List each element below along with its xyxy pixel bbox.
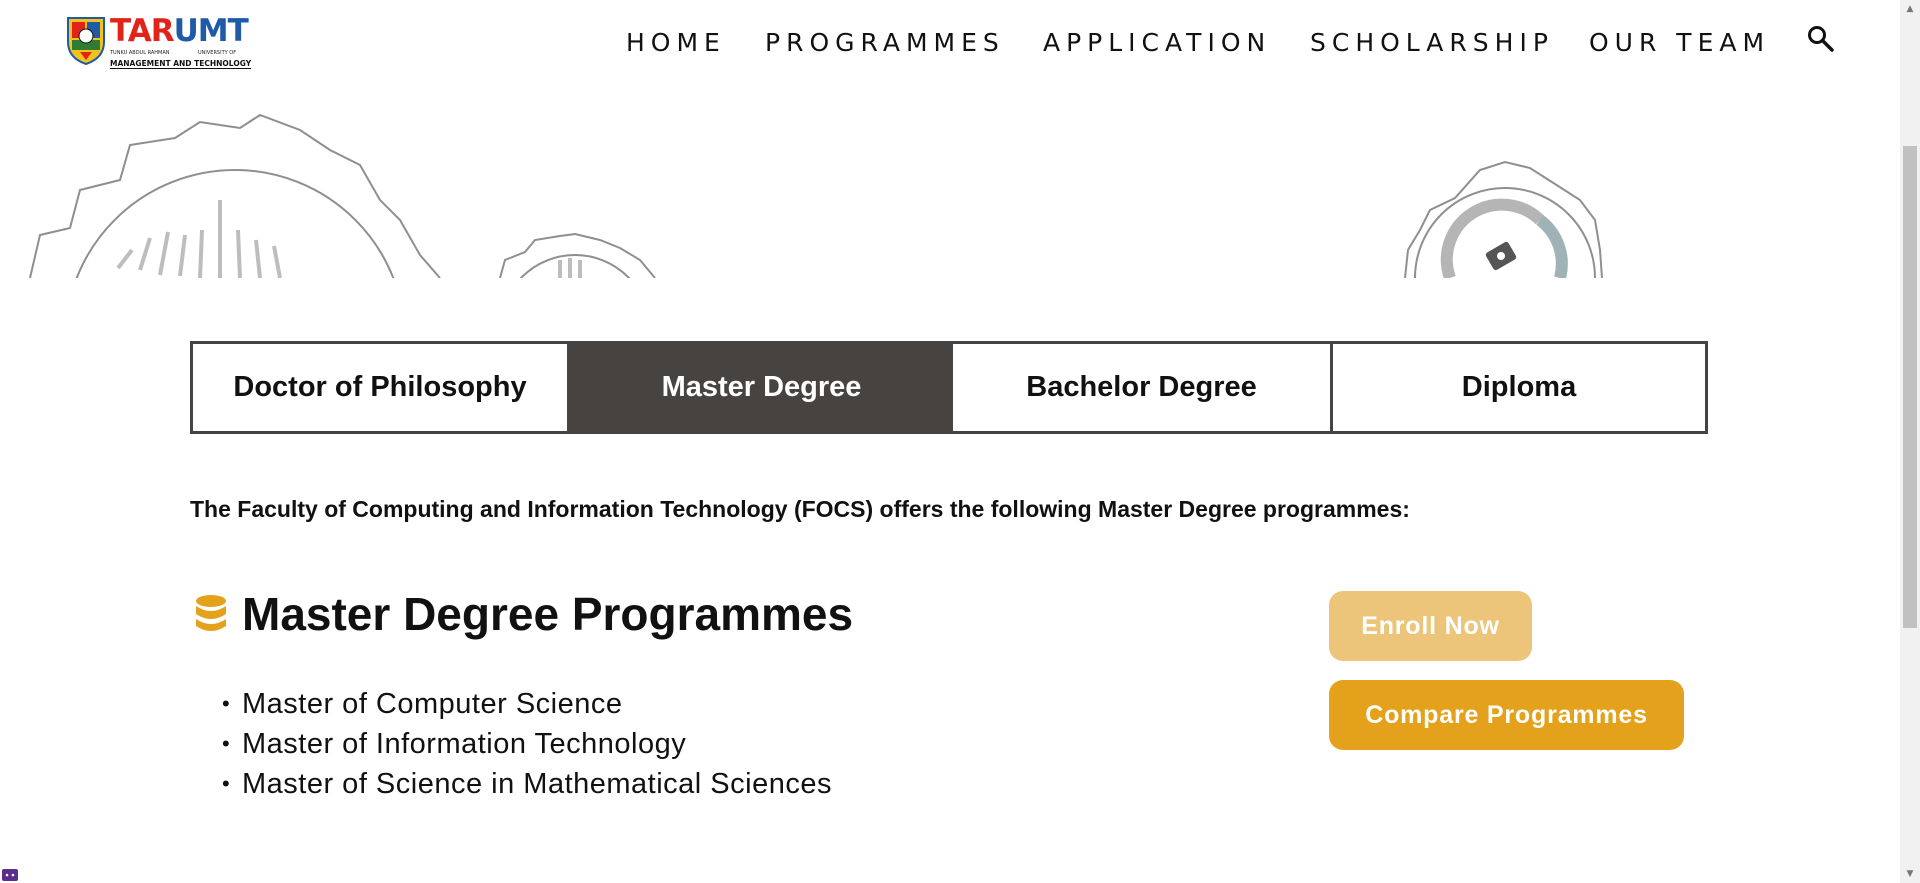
brand-subtitle-right: UNIVERSITY OF bbox=[198, 50, 237, 56]
right-gear-inner bbox=[1440, 198, 1568, 278]
tab-master-degree[interactable]: Master Degree bbox=[570, 344, 953, 431]
brand-tar: TAR bbox=[110, 13, 175, 49]
database-icon bbox=[196, 595, 226, 631]
page-scrollbar[interactable]: ▲ ▼ bbox=[1900, 0, 1920, 883]
gear-illustration bbox=[0, 110, 1900, 278]
scrollbar-thumb[interactable] bbox=[1903, 146, 1917, 628]
brand-wordmark: TARUMT bbox=[110, 13, 249, 49]
enroll-now-button[interactable]: Enroll Now bbox=[1329, 591, 1532, 661]
bullet: • bbox=[222, 691, 231, 716]
site-header: TARUMT TUNKU ABDUL RAHMAN UNIVERSITY OF … bbox=[0, 0, 1900, 90]
brand-tagline: MANAGEMENT AND TECHNOLOGY bbox=[110, 59, 252, 69]
tab-diploma[interactable]: Diploma bbox=[1333, 344, 1705, 431]
programmes-intro: The Faculty of Computing and Information… bbox=[190, 496, 1410, 522]
tab-bachelor-degree[interactable]: Bachelor Degree bbox=[953, 344, 1333, 431]
nav-application[interactable]: APPLICATION bbox=[1043, 26, 1271, 60]
crest-icon bbox=[67, 17, 105, 66]
chat-widget-icon[interactable] bbox=[2, 869, 18, 881]
programme-name: Master of Computer Science bbox=[242, 688, 623, 720]
nav-home[interactable]: HOME bbox=[626, 26, 726, 60]
gear-ticks bbox=[116, 200, 582, 278]
scroll-up-arrow-icon[interactable]: ▲ bbox=[1900, 0, 1920, 18]
brand-subtitle-left: TUNKU ABDUL RAHMAN bbox=[110, 50, 170, 56]
tarumt-logo[interactable]: TARUMT TUNKU ABDUL RAHMAN UNIVERSITY OF … bbox=[66, 13, 252, 69]
nav-our-team[interactable]: OUR TEAM bbox=[1589, 26, 1770, 60]
programmes-title: Master Degree Programmes bbox=[242, 588, 854, 640]
compare-programmes-button[interactable]: Compare Programmes bbox=[1329, 680, 1684, 750]
programme-name: Master of Information Technology bbox=[242, 728, 687, 760]
list-item: • Master of Computer Science bbox=[222, 684, 832, 724]
bullet: • bbox=[222, 731, 231, 756]
programme-list: • Master of Computer Science • Master of I… bbox=[222, 684, 832, 804]
gear-artwork bbox=[29, 113, 1603, 278]
list-item: • Master of Information Technology bbox=[222, 724, 832, 764]
nav-programmes[interactable]: PROGRAMMES bbox=[765, 26, 1005, 60]
small-gear-rim bbox=[519, 254, 631, 278]
programme-name: Master of Science in Mathematical Scienc… bbox=[242, 768, 832, 800]
brand-umt: UMT bbox=[173, 13, 249, 49]
degree-tabs: Doctor of Philosophy Master Degree Bache… bbox=[190, 341, 1708, 434]
bullet: • bbox=[222, 771, 231, 796]
scroll-down-arrow-icon[interactable]: ▼ bbox=[1900, 865, 1920, 883]
nav-scholarship[interactable]: SCHOLARSHIP bbox=[1310, 26, 1554, 60]
list-item: • Master of Science in Mathematical Scien… bbox=[222, 764, 832, 804]
large-gear-rim bbox=[75, 169, 395, 278]
large-gear-outline bbox=[29, 113, 441, 278]
tab-doctor-of-philosophy[interactable]: Doctor of Philosophy bbox=[193, 344, 570, 431]
search-icon[interactable] bbox=[1806, 24, 1836, 54]
